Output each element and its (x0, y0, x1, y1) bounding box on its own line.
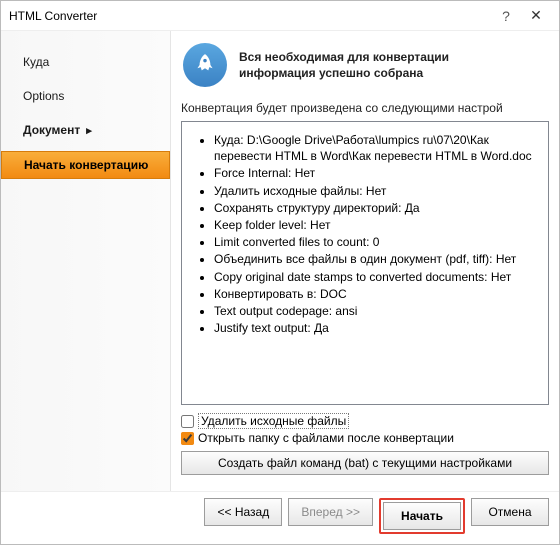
dialog-window: HTML Converter ? ✕ Куда Options Документ… (0, 0, 560, 545)
settings-item: Force Internal: Нет (214, 165, 536, 181)
subheading: Конвертация будет произведена со следующ… (181, 101, 549, 115)
settings-item: Justify text output: Да (214, 320, 536, 336)
settings-item: Куда: D:\Google Drive\Работа\lumpics ru\… (214, 132, 536, 164)
start-button-highlight: Начать (379, 498, 465, 534)
titlebar: HTML Converter ? ✕ (1, 1, 559, 31)
check-open-folder[interactable]: Открыть папку с файлами после конвертаци… (181, 431, 549, 445)
start-button[interactable]: Начать (383, 502, 461, 530)
next-button: Вперед >> (288, 498, 373, 526)
window-title: HTML Converter (9, 9, 491, 23)
rocket-icon (183, 43, 227, 87)
settings-item: Copy original date stamps to converted d… (214, 269, 536, 285)
sidebar-item-start-conversion[interactable]: Начать конвертацию (1, 151, 170, 179)
settings-item: Конвертировать в: DOC (214, 286, 536, 302)
checkbox-group: Удалить исходные файлы Открыть папку с ф… (181, 413, 549, 445)
settings-item: Удалить исходные файлы: Нет (214, 183, 536, 199)
settings-item: Объединить все файлы в один документ (pd… (214, 251, 536, 267)
settings-item: Limit converted files to count: 0 (214, 234, 536, 250)
sidebar-item-destination[interactable]: Куда (1, 49, 170, 75)
check-open-folder-label: Открыть папку с файлами после конвертаци… (198, 431, 454, 445)
header: Вся необходимая для конвертации информац… (181, 39, 549, 97)
check-delete-sources[interactable]: Удалить исходные файлы (181, 413, 549, 429)
dialog-body: Куда Options Документ Начать конвертацию… (1, 31, 559, 491)
check-open-folder-input[interactable] (181, 432, 194, 445)
sidebar-item-document[interactable]: Документ (1, 117, 170, 143)
header-line2: информация успешно собрана (239, 66, 423, 80)
cancel-button[interactable]: Отмена (471, 498, 549, 526)
sidebar-item-options[interactable]: Options (1, 83, 170, 109)
create-bat-button[interactable]: Создать файл команд (bat) с текущими нас… (181, 451, 549, 475)
check-delete-sources-input[interactable] (181, 415, 194, 428)
help-icon[interactable]: ? (491, 8, 521, 24)
header-line1: Вся необходимая для конвертации (239, 50, 449, 64)
close-icon[interactable]: ✕ (521, 7, 551, 24)
header-text: Вся необходимая для конвертации информац… (239, 49, 449, 81)
sidebar: Куда Options Документ Начать конвертацию (1, 31, 171, 491)
settings-list[interactable]: Куда: D:\Google Drive\Работа\lumpics ru\… (181, 121, 549, 405)
check-delete-sources-label: Удалить исходные файлы (198, 413, 349, 429)
back-button[interactable]: << Назад (204, 498, 282, 526)
settings-item: Сохранять структуру директорий: Да (214, 200, 536, 216)
settings-item: Text output codepage: ansi (214, 303, 536, 319)
main-panel: Вся необходимая для конвертации информац… (171, 31, 559, 491)
settings-item: Keep folder level: Нет (214, 217, 536, 233)
button-row: << Назад Вперед >> Начать Отмена (1, 491, 559, 544)
